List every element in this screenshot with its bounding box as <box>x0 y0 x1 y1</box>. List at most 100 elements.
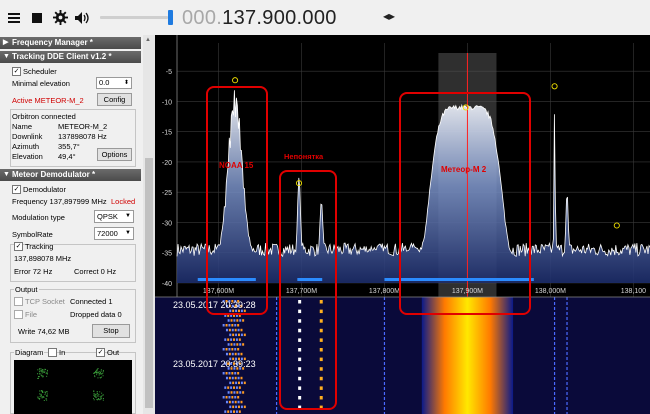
noaa-waterfall-mark <box>222 324 225 327</box>
config-button[interactable]: Config <box>97 93 132 106</box>
noaa-waterfall-mark <box>243 333 246 337</box>
noaa-waterfall-mark <box>222 348 225 351</box>
constellation-point <box>45 398 47 400</box>
noaa-waterfall-mark <box>234 324 237 327</box>
stop-button[interactable]: Stop <box>92 324 130 338</box>
unknown-waterfall-mark <box>298 309 302 314</box>
constellation-point <box>102 394 104 396</box>
noaa-waterfall-mark <box>237 324 240 327</box>
modulation-select[interactable]: QPSK ▼ <box>94 210 134 223</box>
options-button[interactable]: Options <box>97 148 132 161</box>
min-elevation-input[interactable]: 0.0 ⬍ <box>96 77 132 89</box>
noaa-waterfall-mark <box>227 338 230 341</box>
constellation-point <box>46 395 48 397</box>
volume-slider-track[interactable] <box>100 16 168 19</box>
unknown-waterfall-mark <box>319 367 323 371</box>
volume-slider-handle[interactable] <box>168 10 173 25</box>
x-tick-label: 137,900M <box>452 288 483 295</box>
noaa-waterfall-mark <box>230 391 233 394</box>
constellation-point <box>43 371 45 373</box>
constellation-point <box>99 395 101 397</box>
noaa-waterfall-mark <box>240 405 243 409</box>
constellation-point <box>98 373 100 375</box>
frequency-manager-title: Frequency Manager * <box>12 38 93 47</box>
noaa-waterfall-mark <box>227 386 230 389</box>
constellation-point <box>43 399 45 401</box>
constellation-point <box>95 393 97 395</box>
scroll-up-arrow-icon[interactable]: ▲ <box>145 37 151 43</box>
constellation-point <box>44 391 46 393</box>
scheduler-checkbox[interactable]: ✓ <box>12 67 21 76</box>
noaa-waterfall-mark <box>228 400 231 404</box>
noaa-waterfall-mark <box>238 386 241 389</box>
locked-status: Locked <box>111 197 136 206</box>
frequency-main-digits[interactable]: 137.900.000 <box>222 7 337 29</box>
frequency-manager-header[interactable]: ▶ Frequency Manager * <box>0 37 141 49</box>
spinner-icon[interactable]: ⬍ <box>124 78 129 88</box>
noaa-waterfall-mark <box>231 376 234 380</box>
demodulator-checkbox[interactable]: ✓ <box>12 185 21 194</box>
speaker-icon[interactable] <box>73 0 91 35</box>
panel-scrollbar-thumb[interactable] <box>145 158 153 408</box>
noaa-waterfall-mark <box>234 372 237 375</box>
downlink-label: Downlink <box>12 132 43 141</box>
unknown-waterfall-mark <box>298 367 302 371</box>
collapsed-arrow-icon: ▶ <box>3 39 9 46</box>
modulation-label: Modulation type <box>12 213 65 222</box>
constellation-point <box>97 398 99 400</box>
noaa-waterfall-mark <box>235 381 238 385</box>
symbolrate-select[interactable]: 72000 ▼ <box>94 227 134 240</box>
noaa-waterfall-mark <box>237 381 240 385</box>
constellation-point <box>100 397 102 399</box>
noaa-waterfall-mark <box>231 348 234 351</box>
constellation-point <box>99 399 101 401</box>
chevron-down-icon: ▼ <box>125 213 131 219</box>
hamburger-icon[interactable] <box>6 0 22 35</box>
noaa-waterfall-mark <box>225 400 228 404</box>
diagram-out-checkbox[interactable]: ✓ <box>96 348 105 357</box>
noaa-waterfall-mark <box>222 372 225 375</box>
constellation-point <box>37 373 39 375</box>
noaa-waterfall-mark <box>229 405 232 409</box>
downlink-value: 137898078 Hz <box>58 132 107 141</box>
noaa-waterfall-mark <box>229 381 232 385</box>
frequency-display[interactable]: 000.137.900.000 <box>182 5 337 31</box>
constellation-point <box>100 369 102 371</box>
noaa-waterfall-mark <box>242 343 245 346</box>
constellation-point <box>102 371 104 373</box>
noaa-waterfall-mark <box>228 328 231 332</box>
tuning-arrows-icon[interactable]: ◂▸ <box>383 9 395 23</box>
meteor-demodulator-header[interactable]: ▼ Meteor Demodulator * <box>0 169 141 181</box>
constellation-point <box>46 375 48 377</box>
y-tick-label: -25 <box>162 190 172 197</box>
noaa-waterfall-mark <box>230 343 233 346</box>
stop-icon[interactable] <box>29 0 45 35</box>
y-tick-label: -40 <box>162 281 172 288</box>
azimuth-label: Azimuth <box>12 142 40 151</box>
constellation-point <box>93 399 95 401</box>
x-tick-label: 138,000M <box>535 288 566 295</box>
noaa-waterfall-mark <box>224 386 227 389</box>
tracking-header[interactable]: ▼ Tracking DDE Client v1.2 * <box>0 51 141 63</box>
noaa-waterfall-mark <box>225 372 228 375</box>
file-checkbox[interactable] <box>14 310 23 319</box>
noaa-waterfall-mark <box>227 343 230 346</box>
tracking-checkbox[interactable]: ✓ <box>14 242 23 251</box>
noaa-waterfall-mark <box>240 352 243 356</box>
constellation-point <box>41 371 43 373</box>
frequency-dim-digits[interactable]: 000. <box>182 7 222 29</box>
constellation-point <box>100 371 102 373</box>
gear-icon[interactable] <box>51 0 69 35</box>
constellation-point <box>37 396 39 398</box>
noaa-waterfall-mark <box>225 376 228 380</box>
waterfall-timestamp: 23.05.2017 20:39:28 <box>173 300 256 310</box>
constellation-point <box>93 397 95 399</box>
unknown-waterfall-mark <box>319 357 323 362</box>
diagram-in-checkbox[interactable] <box>48 348 57 357</box>
spectrum-analyzer[interactable]: -5-10-15-20-25-30-35-40 137,600M 137,700M… <box>155 35 650 414</box>
y-tick-label: -35 <box>162 251 172 258</box>
tcp-socket-checkbox[interactable] <box>14 297 23 306</box>
diagram-out-label: Out <box>107 348 120 357</box>
noaa-waterfall-mark <box>231 372 234 375</box>
chevron-down-icon: ▼ <box>125 230 131 236</box>
